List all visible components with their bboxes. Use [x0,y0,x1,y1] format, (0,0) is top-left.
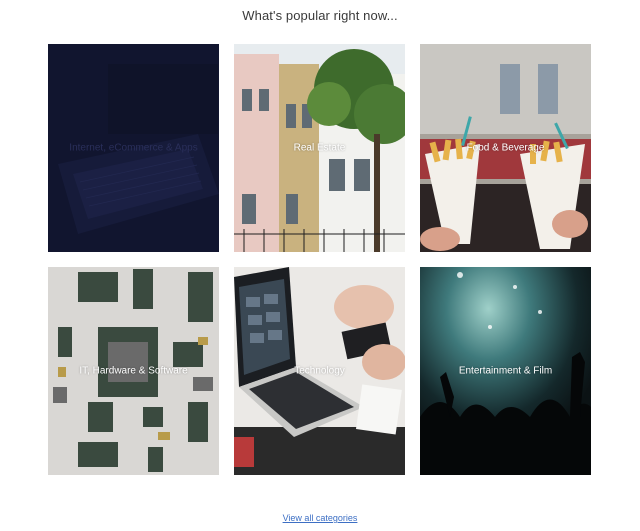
category-label: Internet, eCommerce & Apps [69,142,198,154]
category-label: IT, Hardware & Software [79,365,188,377]
category-tile-technology[interactable]: Technology [234,267,405,475]
category-tile-entertainment-film[interactable]: Entertainment & Film [420,267,591,475]
category-label: Food & Beverage [466,142,545,154]
section-heading: What's popular right now... [242,8,398,23]
view-all-categories-link[interactable]: View all categories [283,513,358,523]
category-tile-it-hardware-software[interactable]: IT, Hardware & Software [48,267,219,475]
category-tile-internet-ecommerce-apps[interactable]: Internet, eCommerce & Apps [48,44,219,252]
category-label: Real Estate [293,142,346,154]
category-label: Entertainment & Film [458,365,553,377]
category-label: Technology [294,365,345,377]
category-tile-real-estate[interactable]: Real Estate [234,44,405,252]
category-tile-food-beverage[interactable]: Food & Beverage [420,44,591,252]
